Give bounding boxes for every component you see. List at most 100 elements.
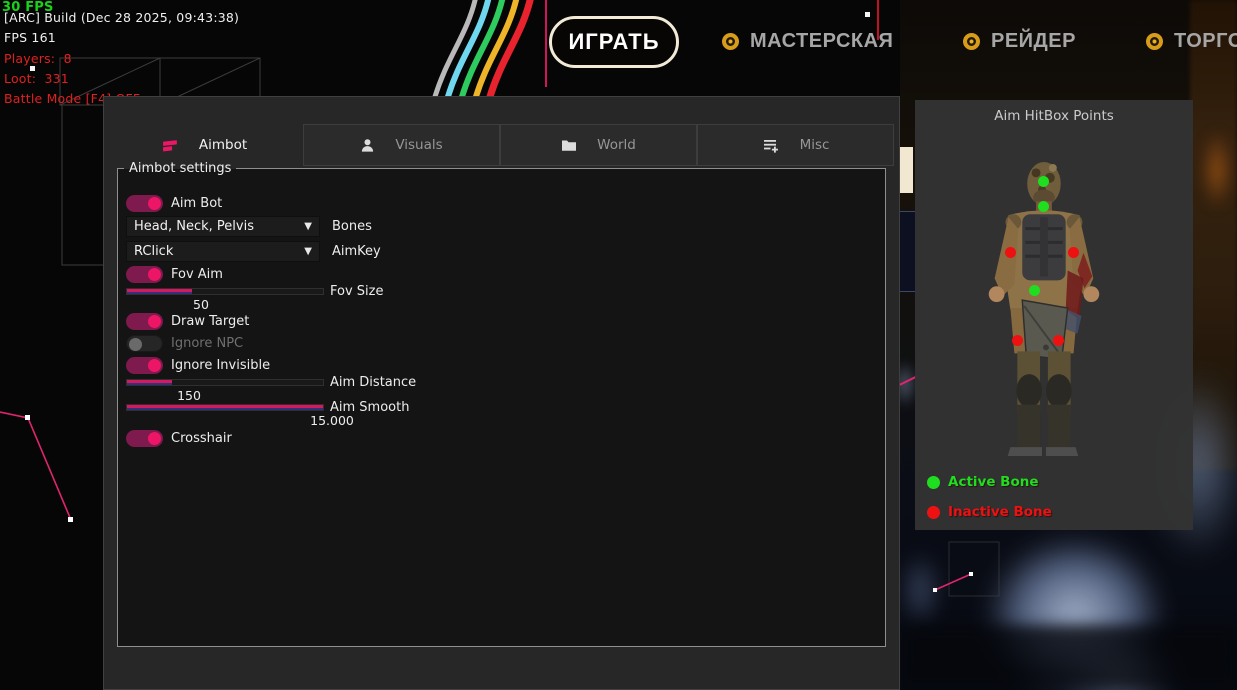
toggle-label: Aim Bot [171,196,222,211]
menu-item-trade[interactable]: ТОРГО [1146,30,1237,53]
chevron-down-icon: ▼ [304,246,312,257]
menu-item-label: ТОРГО [1174,30,1237,53]
tab-world[interactable]: World [500,124,697,166]
hitbox-point-right-shoulder[interactable] [1068,247,1079,258]
toggle-label: Crosshair [171,431,232,446]
menu-item-workshop[interactable]: МАСТЕРСКАЯ [722,30,893,53]
aim-smooth-slider-row: 15.000 Aim Smooth [126,404,324,411]
slider-fill [127,289,192,294]
hitbox-point-head[interactable] [1038,176,1049,187]
coin-icon [1146,33,1163,50]
toggle-knob [148,197,161,210]
aimbot-flag-icon [162,138,179,153]
dropdown-value: RClick [134,244,173,259]
slider-fill [127,405,323,410]
esp-skeleton-lines [0,405,82,530]
aimkey-dropdown-row: RClick ▼ AimKey [126,241,381,262]
ignore-npc-toggle[interactable] [126,335,163,352]
dropdown-label: Bones [332,219,372,234]
hitbox-point-left-thigh[interactable] [1012,335,1023,346]
tab-label: Misc [800,137,830,153]
loot-count-text: Loot: 331 [4,71,69,86]
coin-icon [722,33,739,50]
fov-size-slider-row: 50 Fov Size [126,288,324,295]
tab-label: Aimbot [199,137,247,153]
tab-misc[interactable]: Misc [697,124,894,166]
background-ui-fragment [900,211,915,292]
slider-value: 50 [181,297,221,312]
hitbox-point-right-thigh[interactable] [1053,335,1064,346]
fov-size-slider[interactable] [126,288,324,295]
slider-label: Aim Distance [330,375,416,390]
toggle-knob [148,432,161,445]
slider-value: 150 [169,388,209,403]
dropdown-label: AimKey [332,244,381,259]
slider-label: Aim Smooth [330,400,409,415]
toggle-label: Ignore NPC [171,336,243,351]
legend-inactive-bone: Inactive Bone [927,504,1052,520]
ignore-invisible-toggle-row: Ignore Invisible [126,356,270,374]
toggle-label: Fov Aim [171,267,223,282]
crosshair-toggle-row: Crosshair [126,429,232,447]
fps-info-text: FPS 161 [4,30,56,45]
tab-label: World [597,137,636,153]
ignore-invisible-toggle[interactable] [126,357,163,374]
aim-distance-slider[interactable] [126,379,324,386]
game-screen: 30 FPS [ARC] Build (Dec 28 2025, 09:43:3… [0,0,1237,690]
background-glow [1200,130,1234,210]
aim-bot-toggle[interactable] [126,195,163,212]
active-bone-dot-icon [927,476,940,489]
legend-active-bone: Active Bone [927,474,1039,490]
legend-label: Active Bone [948,474,1039,490]
esp-line-vertical [545,0,547,87]
slider-fill [127,380,172,385]
background-silhouette [900,625,1237,690]
menu-item-raider[interactable]: РЕЙДЕР [963,30,1076,53]
hitbox-point-neck[interactable] [1038,201,1049,212]
hitbox-point-left-shoulder[interactable] [1005,247,1016,258]
legend-label: Inactive Bone [948,504,1052,520]
person-icon [360,138,375,153]
play-button[interactable]: ИГРАТЬ [549,16,679,68]
toggle-knob [148,359,161,372]
cheat-menu-window: Aimbot Visuals World [103,96,900,690]
esp-tracer-lines [925,538,1010,600]
hitbox-panel-title: Aim HitBox Points [915,108,1193,124]
players-count-text: Players: 8 [4,51,72,66]
background-ui-fragment [900,147,913,193]
toggle-label: Draw Target [171,314,249,329]
aim-bot-toggle-row: Aim Bot [126,194,222,212]
sliders-plus-icon [762,137,780,153]
rainbow-streak [428,0,568,96]
menu-item-label: МАСТЕРСКАЯ [750,30,893,53]
tab-visuals[interactable]: Visuals [303,124,500,166]
aim-smooth-slider[interactable] [126,404,324,411]
toggle-knob [148,315,161,328]
chevron-down-icon: ▼ [304,221,312,232]
folder-icon [561,138,577,152]
aimbot-settings-group: Aimbot settings Aim Bot Head, Neck, Pelv… [117,168,886,647]
aimkey-dropdown[interactable]: RClick ▼ [126,241,320,262]
draw-target-toggle[interactable] [126,313,163,330]
fov-aim-toggle[interactable] [126,266,163,283]
toggle-label: Ignore Invisible [171,358,270,373]
bones-dropdown-row: Head, Neck, Pelvis ▼ Bones [126,216,372,237]
esp-marker-dot [865,12,870,17]
toggle-knob [148,268,161,281]
dropdown-value: Head, Neck, Pelvis [134,219,254,234]
draw-target-toggle-row: Draw Target [126,312,249,330]
hitbox-preview-panel: Aim HitBox Points [915,100,1193,530]
hitbox-point-pelvis[interactable] [1029,285,1040,296]
crosshair-toggle[interactable] [126,430,163,447]
toggle-knob [129,338,142,351]
group-title: Aimbot settings [124,160,236,178]
bones-dropdown[interactable]: Head, Neck, Pelvis ▼ [126,216,320,237]
build-info-text: [ARC] Build (Dec 28 2025, 09:43:38) [4,10,239,25]
fov-aim-toggle-row: Fov Aim [126,265,223,283]
inactive-bone-dot-icon [927,506,940,519]
ignore-npc-toggle-row: Ignore NPC [126,334,243,352]
slider-label: Fov Size [330,284,383,299]
coin-icon [963,33,980,50]
tab-label: Visuals [395,137,442,153]
aim-distance-slider-row: 150 Aim Distance [126,379,324,386]
